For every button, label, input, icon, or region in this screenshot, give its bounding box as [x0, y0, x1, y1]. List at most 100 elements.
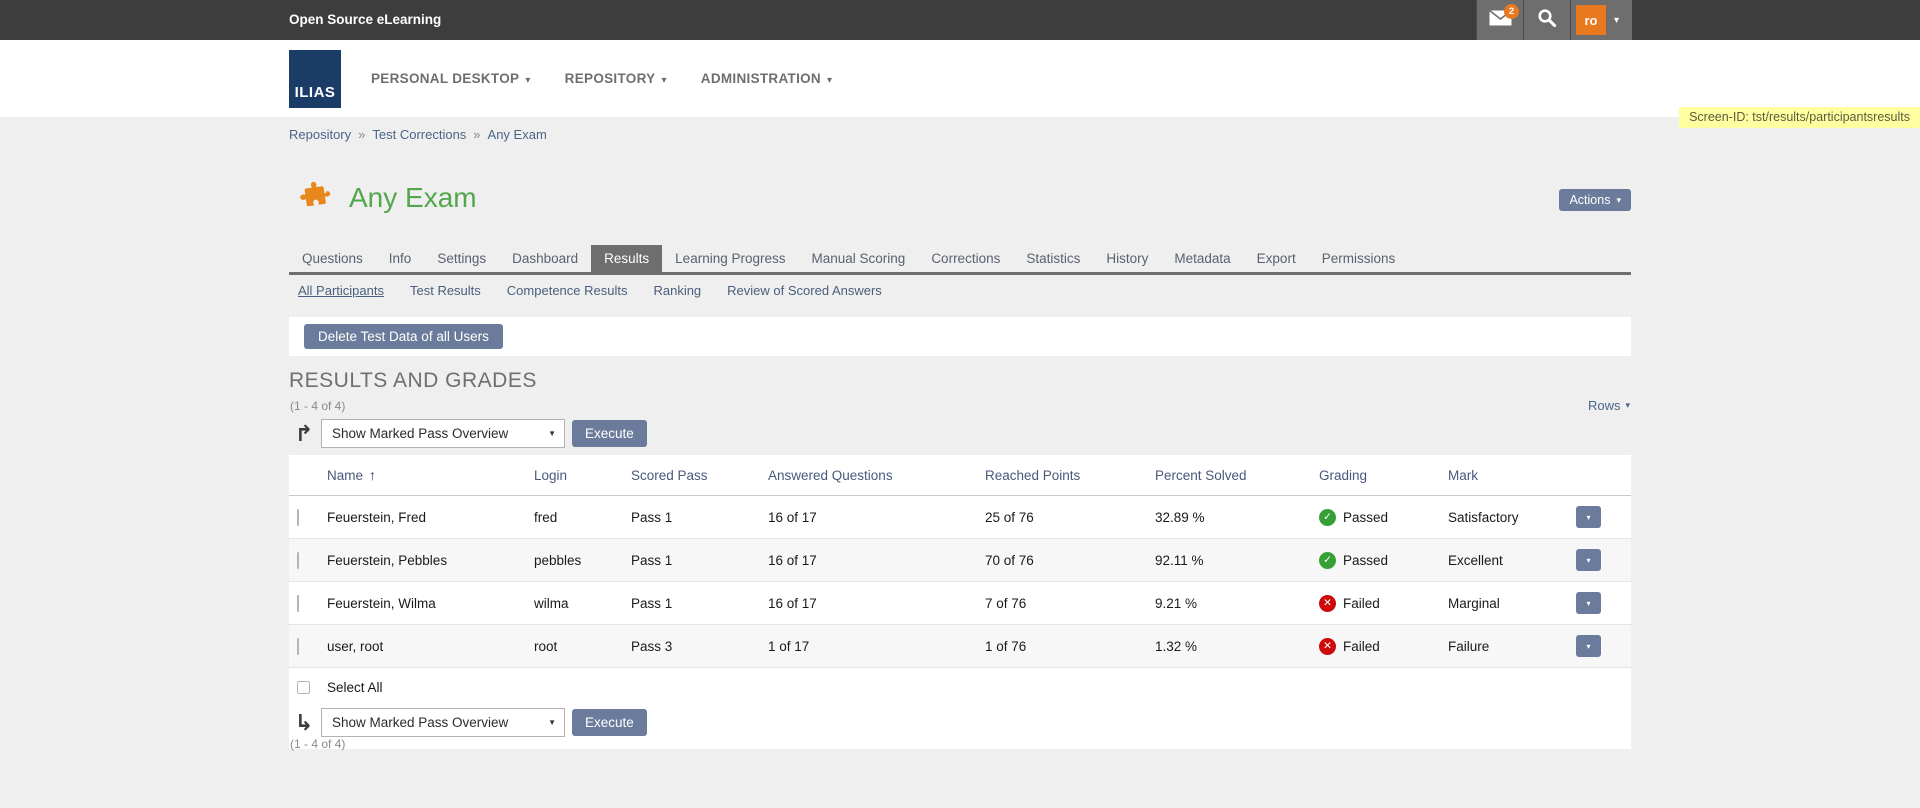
menu-item-personal-desktop[interactable]: PERSONAL DESKTOP▾ — [371, 71, 531, 86]
column-header-scored-pass[interactable]: Scored Pass — [631, 468, 768, 483]
row-actions-button[interactable]: ▾ — [1576, 506, 1601, 528]
title-row: Any Exam — [299, 179, 477, 217]
chevron-down-icon: ▾ — [1586, 642, 1590, 651]
row-actions-button[interactable]: ▾ — [1576, 635, 1601, 657]
cell-grading: ✕ Failed — [1319, 638, 1448, 655]
cell-percent-solved: 32.89 % — [1155, 510, 1319, 525]
column-header-login[interactable]: Login — [534, 468, 631, 483]
menu-item-label: REPOSITORY — [565, 71, 656, 86]
column-header-answered-questions[interactable]: Answered Questions — [768, 468, 985, 483]
column-header-grading[interactable]: Grading — [1319, 468, 1448, 483]
tab-learning-progress[interactable]: Learning Progress — [662, 245, 798, 272]
breadcrumb-link-any-exam[interactable]: Any Exam — [488, 127, 547, 142]
column-header-percent-solved[interactable]: Percent Solved — [1155, 468, 1319, 483]
top-bar: Open Source eLearning 2 ro ▾ — [0, 0, 1920, 40]
tab-metadata[interactable]: Metadata — [1161, 245, 1243, 272]
actions-button[interactable]: Actions ▾ — [1559, 189, 1631, 211]
tab-statistics[interactable]: Statistics — [1013, 245, 1093, 272]
passed-icon: ✓ — [1319, 509, 1336, 526]
page-title: Any Exam — [349, 182, 477, 214]
row-checkbox[interactable] — [297, 509, 299, 526]
chevron-down-icon: ▾ — [1625, 400, 1630, 411]
execute-button-bottom[interactable]: Execute — [572, 709, 647, 736]
cell-name: user, root — [327, 639, 534, 654]
tab-questions[interactable]: Questions — [289, 245, 376, 272]
bulk-action-select-bottom[interactable]: Show Marked Pass Overview ▼ — [321, 708, 565, 737]
subtab-all-participants[interactable]: All Participants — [298, 283, 384, 298]
result-range-top: (1 - 4 of 4) — [290, 399, 345, 413]
failed-icon: ✕ — [1319, 638, 1336, 655]
row-checkbox[interactable] — [297, 638, 299, 655]
tab-settings[interactable]: Settings — [424, 245, 499, 272]
menu-item-repository[interactable]: REPOSITORY▾ — [565, 71, 667, 86]
tab-corrections[interactable]: Corrections — [918, 245, 1013, 272]
search-icon — [1537, 8, 1557, 33]
row-checkbox[interactable] — [297, 552, 299, 569]
tab-permissions[interactable]: Permissions — [1309, 245, 1409, 272]
results-heading: RESULTS AND GRADES — [289, 369, 537, 393]
ilias-logo[interactable]: ILIAS — [289, 50, 341, 108]
content-area: Repository»Test Corrections»Any Exam Any… — [289, 117, 1631, 807]
column-header-mark[interactable]: Mark — [1448, 468, 1576, 483]
subtab-competence-results[interactable]: Competence Results — [507, 283, 628, 298]
cell-scored-pass: Pass 1 — [631, 553, 768, 568]
avatar: ro — [1576, 5, 1606, 35]
tab-results[interactable]: Results — [591, 245, 662, 272]
delete-test-data-button[interactable]: Delete Test Data of all Users — [304, 324, 503, 349]
cell-name: Feuerstein, Pebbles — [327, 553, 534, 568]
search-button[interactable] — [1523, 0, 1570, 40]
rows-dropdown[interactable]: Rows ▾ — [1588, 398, 1630, 413]
subtab-test-results[interactable]: Test Results — [410, 283, 481, 298]
row-actions-button[interactable]: ▾ — [1576, 592, 1601, 614]
cell-answered-questions: 16 of 17 — [768, 510, 985, 525]
apply-to-top-arrow-icon: ↱ — [294, 423, 314, 445]
breadcrumb-separator: » — [473, 127, 480, 142]
select-all-row: Select All — [289, 668, 1631, 706]
cell-name: Feuerstein, Wilma — [327, 596, 534, 611]
cell-mark: Excellent — [1448, 553, 1576, 568]
execute-button-top[interactable]: Execute — [572, 420, 647, 447]
chevron-down-icon: ▾ — [1586, 556, 1590, 565]
cell-grading: ✓ Passed — [1319, 509, 1448, 526]
select-all-checkbox[interactable] — [297, 681, 310, 694]
mail-button[interactable]: 2 — [1476, 0, 1523, 40]
cell-scored-pass: Pass 3 — [631, 639, 768, 654]
column-header-reached-points[interactable]: Reached Points — [985, 468, 1155, 483]
tab-dashboard[interactable]: Dashboard — [499, 245, 591, 272]
chevron-down-icon: ▾ — [1586, 599, 1590, 608]
tab-history[interactable]: History — [1093, 245, 1161, 272]
chevron-down-icon: ▾ — [1586, 513, 1590, 522]
tab-export[interactable]: Export — [1244, 245, 1309, 272]
cell-percent-solved: 9.21 % — [1155, 596, 1319, 611]
subtab-ranking[interactable]: Ranking — [653, 283, 701, 298]
sort-ascending-icon[interactable]: ↑ — [369, 467, 376, 483]
select-all-label: Select All — [327, 680, 383, 695]
cell-mark: Marginal — [1448, 596, 1576, 611]
admin-toolbar: Delete Test Data of all Users — [289, 317, 1631, 356]
row-checkbox[interactable] — [297, 595, 299, 612]
breadcrumb-link-test-corrections[interactable]: Test Corrections — [372, 127, 466, 142]
menu-item-label: PERSONAL DESKTOP — [371, 71, 519, 86]
cell-login: fred — [534, 510, 631, 525]
main-menu: PERSONAL DESKTOP▾ REPOSITORY▾ ADMINISTRATI… — [371, 40, 832, 117]
column-header-label: Login — [534, 468, 567, 483]
user-menu-button[interactable]: ro ▾ — [1570, 0, 1632, 40]
tab-manual-scoring[interactable]: Manual Scoring — [799, 245, 919, 272]
chevron-down-icon: ▾ — [1616, 195, 1621, 206]
bulk-action-select-top[interactable]: Show Marked Pass Overview ▼ — [321, 419, 565, 448]
table-header-row: Name ↑ Login Scored PassAnswered QuestionsR… — [289, 455, 1631, 496]
column-header-label: Name — [327, 468, 363, 483]
cell-reached-points: 25 of 76 — [985, 510, 1155, 525]
grading-label: Failed — [1343, 639, 1380, 654]
column-header-name[interactable]: Name ↑ — [327, 467, 534, 483]
subtab-review-of-scored-answers[interactable]: Review of Scored Answers — [727, 283, 882, 298]
row-actions-button[interactable]: ▾ — [1576, 549, 1601, 571]
mail-unread-badge: 2 — [1504, 4, 1519, 19]
menu-item-administration[interactable]: ADMINISTRATION▾ — [701, 71, 833, 86]
bulk-action-top: ↱ Show Marked Pass Overview ▼ Execute — [294, 419, 647, 448]
column-header-label: Reached Points — [985, 468, 1080, 483]
grading-label: Passed — [1343, 510, 1388, 525]
breadcrumb-link-repository[interactable]: Repository — [289, 127, 351, 142]
tab-info[interactable]: Info — [376, 245, 425, 272]
grading-label: Passed — [1343, 553, 1388, 568]
